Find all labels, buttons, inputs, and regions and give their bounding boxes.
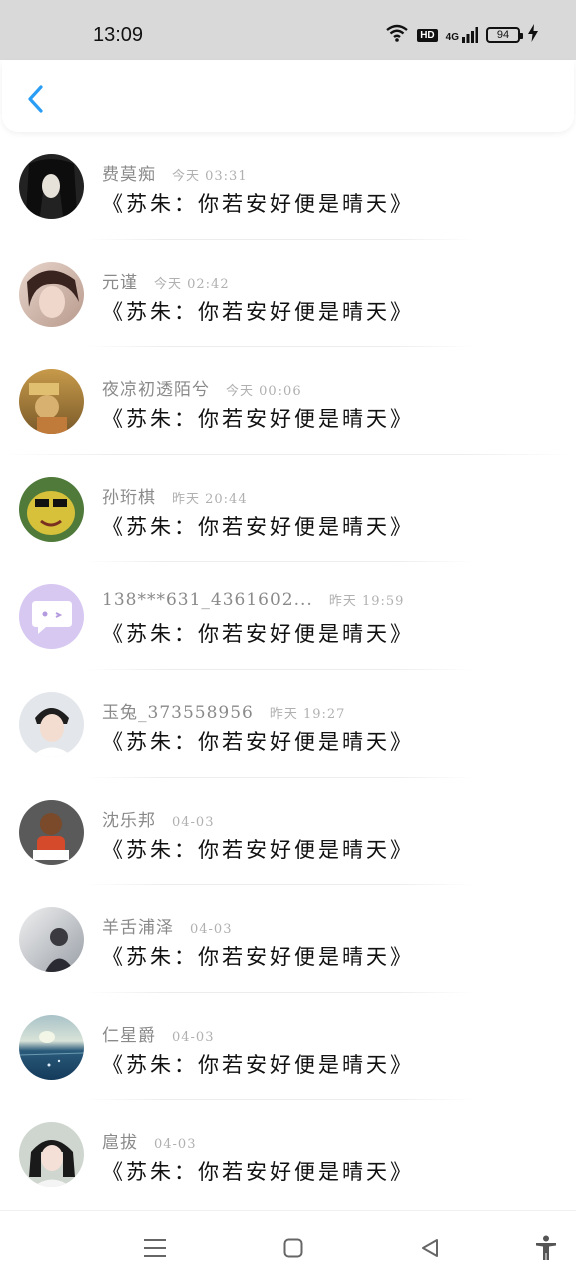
contact-name: 费莫痴 (102, 165, 156, 185)
message-time: 04-03 (154, 1137, 197, 1153)
avatar (19, 261, 84, 327)
message-text: 《苏朱：你若安好便是晴天》 (102, 407, 414, 432)
contact-name: 夜凉初透陌兮 (102, 380, 210, 401)
avatar (19, 154, 84, 219)
battery-level: 94 (496, 29, 510, 41)
message-time: 今天 02:42 (154, 276, 230, 292)
message-text: 《苏朱：你若安好便是晴天》 (102, 299, 414, 324)
list-item[interactable]: 费莫痴 今天 03:31 《苏朱：你若安好便是晴天》 (0, 132, 576, 240)
message-time: 04-03 (190, 922, 233, 938)
list-item[interactable]: 138***631_4361602... 昨天 19:59 《苏朱：你若安好便是… (0, 562, 576, 670)
message-text: 《苏朱：你若安好便是晴天》 (102, 192, 414, 216)
back-triangle-icon (422, 1239, 438, 1257)
list-item[interactable]: 扈拔 04-03 《苏朱：你若安好便是晴天》 (0, 1100, 576, 1208)
avatar (19, 584, 84, 650)
avatar (19, 1122, 84, 1188)
accessibility-button[interactable] (531, 1233, 561, 1263)
signal-icon: 4G (446, 27, 478, 43)
home-icon (283, 1238, 303, 1258)
avatar (19, 476, 84, 542)
avatar (19, 799, 84, 865)
list-item[interactable]: 孙珩棋 昨天 20:44 《苏朱：你若安好便是晴天》 (0, 455, 576, 563)
menu-button[interactable] (140, 1233, 170, 1263)
accessibility-icon (536, 1235, 556, 1260)
battery-icon: 94 (486, 27, 523, 43)
message-time: 今天 03:31 (172, 169, 248, 184)
chat-bubble-icon (31, 600, 72, 634)
status-time: 13:09 (93, 24, 144, 46)
avatar (19, 907, 84, 973)
contact-name: 羊舌浦泽 (102, 918, 174, 939)
system-nav-bar (0, 1210, 576, 1280)
message-time: 昨天 19:59 (328, 594, 405, 610)
message-text: 《苏朱：你若安好便是晴天》 (102, 1052, 414, 1077)
message-list: 费莫痴 今天 03:31 《苏朱：你若安好便是晴天》 元谨 今天 02:42 《… (0, 132, 576, 1208)
message-time: 04-03 (172, 1029, 215, 1045)
contact-name: 元谨 (102, 272, 138, 293)
avatar (19, 1014, 84, 1080)
status-icons: HD 4G 94 (385, 24, 538, 46)
message-time: 04-03 (172, 814, 215, 830)
avatar (19, 369, 84, 435)
message-text: 《苏朱：你若安好便是晴天》 (102, 1160, 414, 1185)
list-item[interactable]: 夜凉初透陌兮 今天 00:06 《苏朱：你若安好便是晴天》 (0, 347, 576, 455)
message-text: 《苏朱：你若安好便是晴天》 (102, 622, 414, 647)
message-time: 昨天 19:27 (269, 706, 346, 722)
list-item[interactable]: 仁星爵 04-03 《苏朱：你若安好便是晴天》 (0, 993, 576, 1101)
home-button[interactable] (278, 1233, 308, 1263)
list-item[interactable]: 沈乐邦 04-03 《苏朱：你若安好便是晴天》 (0, 778, 576, 886)
message-text: 《苏朱：你若安好便是晴天》 (102, 514, 414, 539)
back-button[interactable] (20, 82, 50, 116)
list-item[interactable]: 元谨 今天 02:42 《苏朱：你若安好便是晴天》 (0, 240, 576, 348)
contact-name: 138***631_4361602... (102, 590, 313, 611)
message-time: 昨天 20:44 (172, 491, 248, 507)
back-nav-button[interactable] (415, 1233, 445, 1263)
contact-name: 扈拔 (102, 1133, 138, 1154)
status-bar: 13:09 HD 4G 94 (0, 0, 576, 60)
chevron-left-icon (28, 85, 43, 113)
wifi-icon (385, 24, 409, 46)
message-text: 《苏朱：你若安好便是晴天》 (102, 837, 414, 862)
charging-icon (528, 24, 538, 46)
message-text: 《苏朱：你若安好便是晴天》 (102, 945, 414, 970)
list-item[interactable]: 羊舌浦泽 04-03 《苏朱：你若安好便是晴天》 (0, 885, 576, 993)
avatar (19, 691, 84, 757)
contact-name: 玉兔_373558956 (102, 702, 254, 723)
message-text: 《苏朱：你若安好便是晴天》 (102, 729, 414, 754)
contact-name: 仁星爵 (102, 1025, 156, 1046)
contact-name: 孙珩棋 (102, 487, 156, 508)
message-time: 今天 00:06 (226, 384, 302, 400)
network-type: 4G (445, 32, 459, 43)
header-bar (2, 60, 574, 132)
hd-icon: HD (417, 28, 438, 42)
list-item[interactable]: 玉兔_373558956 昨天 19:27 《苏朱：你若安好便是晴天》 (0, 670, 576, 778)
contact-name: 沈乐邦 (102, 810, 156, 831)
menu-icon (144, 1239, 166, 1257)
